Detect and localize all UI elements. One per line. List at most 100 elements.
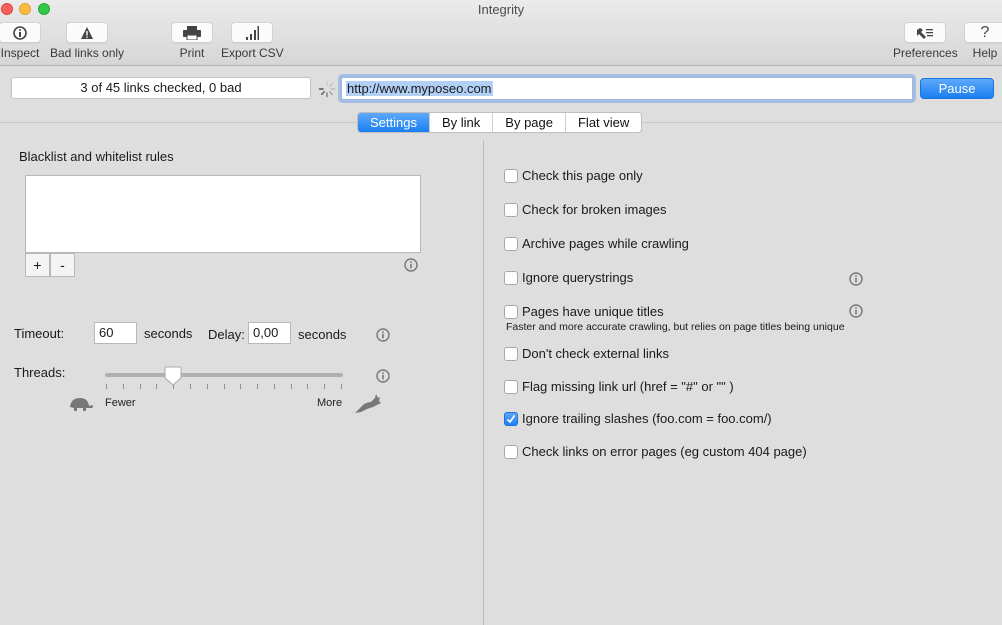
option-row[interactable]: Flag missing link url (href = "#" or "" … — [504, 379, 734, 394]
option-info-icon[interactable] — [849, 304, 863, 318]
threads-slider[interactable] — [105, 373, 343, 377]
progress-status: 3 of 45 links checked, 0 bad — [11, 77, 311, 99]
slider-tick — [324, 384, 326, 389]
delay-unit: seconds — [298, 327, 347, 342]
toolbar-export-csv[interactable]: Export CSV — [221, 22, 284, 60]
rules-info-icon[interactable] — [404, 258, 418, 272]
add-rule-button[interactable]: + — [25, 253, 50, 277]
toolbar-bad-links-only[interactable]: Bad links only — [50, 22, 124, 60]
option-label: Ignore querystrings — [522, 270, 634, 285]
tab-settings[interactable]: Settings — [358, 113, 429, 132]
preferences-button[interactable] — [904, 22, 947, 43]
url-input[interactable]: http://www.myposeo.com — [341, 77, 913, 100]
option-label: Check this page only — [522, 168, 643, 183]
slider-tick — [273, 384, 275, 389]
toolbar-label: Print — [179, 46, 205, 60]
info-circle-icon — [13, 25, 27, 40]
slider-tick — [290, 384, 292, 389]
option-row[interactable]: Pages have unique titles — [504, 304, 664, 319]
url-input-value: http://www.myposeo.com — [346, 81, 493, 96]
option-label: Archive pages while crawling — [522, 236, 689, 251]
slider-tick — [139, 384, 141, 389]
toolbar-preferences[interactable]: Preferences — [893, 22, 958, 60]
option-label: Don't check external links — [522, 346, 669, 361]
slider-tick — [122, 384, 124, 389]
slider-tick — [156, 384, 158, 389]
slider-tick — [189, 384, 191, 389]
threads-slider-thumb[interactable] — [164, 366, 182, 386]
option-row[interactable]: Check for broken images — [504, 202, 667, 217]
option-checkbox[interactable] — [504, 304, 518, 319]
option-label: Flag missing link url (href = "#" or "" … — [522, 379, 734, 394]
delay-label: Delay: — [208, 327, 245, 342]
toolbar-help[interactable]: ? Help — [964, 22, 1002, 60]
option-checkbox[interactable] — [504, 444, 518, 459]
toolbar-label: Inspect — [0, 46, 40, 60]
help-button[interactable]: ? — [964, 22, 1002, 43]
tab-by-page[interactable]: By page — [492, 113, 565, 132]
slider-tick — [223, 384, 225, 389]
option-row[interactable]: Check this page only — [504, 168, 643, 183]
rules-list[interactable] — [25, 175, 421, 253]
option-label: Check links on error pages (eg custom 40… — [522, 444, 807, 459]
option-label: Pages have unique titles — [522, 304, 664, 319]
option-row[interactable]: Don't check external links — [504, 346, 669, 361]
window-title: Integrity — [477, 2, 525, 17]
tab-by-link[interactable]: By link — [428, 113, 492, 132]
option-checkbox[interactable] — [504, 346, 518, 361]
toolbar-inspect[interactable]: Inspect — [0, 22, 41, 60]
toolbar-label: Bad links only — [50, 46, 125, 60]
print-button[interactable] — [171, 22, 213, 43]
timeout-input[interactable]: 60 — [94, 322, 137, 344]
threads-label: Threads: — [14, 365, 66, 380]
option-checkbox[interactable] — [504, 202, 518, 217]
delay-input[interactable]: 0,00 — [248, 322, 291, 344]
printer-icon — [183, 25, 201, 40]
timeout-info-icon[interactable] — [376, 328, 390, 342]
timeout-label: Timeout: — [14, 326, 65, 341]
slider-tick — [106, 384, 107, 389]
pause-button[interactable]: Pause — [920, 78, 994, 99]
option-label: Ignore trailing slashes (foo.com = foo.c… — [522, 411, 772, 426]
checkmark-icon — [506, 414, 516, 423]
question-mark-icon: ? — [980, 23, 990, 41]
panel-divider — [483, 140, 484, 625]
bar-chart-icon — [246, 25, 260, 40]
option-checkbox[interactable] — [504, 168, 518, 183]
threads-info-icon[interactable] — [376, 369, 390, 383]
option-row[interactable]: Archive pages while crawling — [504, 236, 689, 251]
slider-tick — [307, 384, 309, 389]
threads-min-label: Fewer — [105, 397, 136, 409]
slider-tick — [341, 384, 342, 389]
view-tabs: Settings By link By page Flat view — [357, 112, 643, 133]
slider-tick — [206, 384, 208, 389]
option-checkbox[interactable] — [504, 379, 518, 394]
wrench-list-icon — [917, 27, 934, 39]
toolbar-label: Preferences — [893, 46, 958, 60]
threads-max-label: More — [317, 397, 343, 409]
bad-links-only-button[interactable] — [66, 22, 109, 43]
activity-spinner-icon — [318, 80, 336, 98]
option-info-icon[interactable] — [849, 272, 863, 286]
toolbar-label: Export CSV — [221, 46, 284, 60]
option-row[interactable]: Check links on error pages (eg custom 40… — [504, 444, 807, 459]
slider-tick — [257, 384, 259, 389]
option-row[interactable]: Ignore trailing slashes (foo.com = foo.c… — [504, 411, 772, 426]
slider-tick — [240, 384, 242, 389]
option-label: Check for broken images — [522, 202, 667, 217]
export-csv-button[interactable] — [231, 22, 274, 43]
option-checkbox[interactable] — [504, 270, 518, 285]
option-checkbox[interactable] — [504, 236, 518, 251]
timeout-unit: seconds — [144, 326, 193, 341]
window-titlebar: Integrity Inspect Bad links only Print E… — [0, 0, 1002, 66]
option-checkbox[interactable] — [504, 411, 518, 426]
tab-flat-view[interactable]: Flat view — [564, 113, 641, 132]
unique-titles-note: Faster and more accurate crawling, but r… — [506, 321, 845, 333]
turtle-icon — [70, 398, 93, 411]
rabbit-icon — [355, 394, 381, 413]
inspect-button[interactable] — [0, 22, 41, 43]
toolbar-print[interactable]: Print — [171, 22, 213, 60]
remove-rule-button[interactable]: - — [50, 253, 75, 277]
toolbar-label: Help — [972, 46, 998, 60]
option-row[interactable]: Ignore querystrings — [504, 270, 633, 285]
